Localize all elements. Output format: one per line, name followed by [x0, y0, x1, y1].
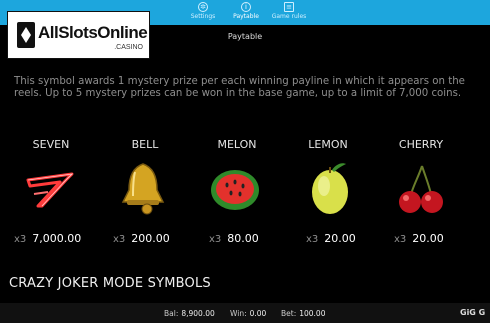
payout-lemon: x3 20.00 — [306, 232, 356, 245]
logo-name: AllSlotsOnline — [38, 23, 148, 42]
multiplier: x3 — [14, 234, 27, 245]
multiplier: x3 — [394, 234, 407, 245]
melon-icon — [211, 170, 259, 210]
status-bar: Bal: 8,900.00 Win: 0.00 Bet: 100.00 GiG G — [0, 303, 490, 323]
multiplier: x3 — [113, 234, 126, 245]
multiplier: x3 — [209, 234, 222, 245]
info-icon: i — [241, 2, 251, 12]
payout-value: 7,000.00 — [32, 232, 82, 245]
tab-game-rules[interactable]: ≡ Game rules — [264, 2, 314, 20]
lemon-icon — [312, 163, 348, 214]
win-value: 0.00 — [249, 309, 267, 318]
symbol-name-melon: MELON — [217, 138, 257, 151]
payout-seven: x3 7,000.00 — [14, 232, 81, 245]
payout-cherry: x3 20.00 — [394, 232, 444, 245]
document-icon: ≡ — [284, 2, 294, 12]
balance-label: Bal: — [164, 309, 179, 318]
payout-value: 200.00 — [131, 232, 170, 245]
payout-value: 80.00 — [227, 232, 259, 245]
gear-icon: ✲ — [198, 2, 208, 12]
balance: Bal: 8,900.00 — [164, 309, 215, 318]
mystery-description: This symbol awards 1 mystery prize per e… — [14, 76, 465, 99]
payout-value: 20.00 — [324, 232, 356, 245]
bet-label: Bet: — [281, 309, 297, 318]
seven-icon — [26, 172, 74, 208]
page-title: Paytable — [227, 32, 263, 41]
payout-value: 20.00 — [412, 232, 444, 245]
balance-value: 8,900.00 — [181, 309, 215, 318]
symbol-name-cherry: CHERRY — [398, 138, 444, 151]
win: Win: 0.00 — [230, 309, 266, 318]
tab-settings-label: Settings — [190, 13, 216, 20]
symbol-name-lemon: LEMON — [308, 138, 348, 151]
win-label: Win: — [230, 309, 247, 318]
section-title: CRAZY JOKER MODE SYMBOLS — [9, 276, 211, 291]
bell-icon — [121, 163, 165, 215]
bet-value: 100.00 — [299, 309, 326, 318]
payout-bell: x3 200.00 — [113, 232, 170, 245]
brand-logo: GiG G — [460, 308, 486, 317]
multiplier: x3 — [306, 234, 319, 245]
card-suit-icon — [17, 22, 35, 48]
bet: Bet: 100.00 — [281, 309, 325, 318]
logo-sub: .CASINO — [114, 44, 143, 51]
symbol-name-seven: SEVEN — [32, 138, 70, 151]
tab-game-rules-label: Game rules — [271, 13, 307, 20]
symbol-name-bell: BELL — [131, 138, 159, 151]
casino-logo: AllSlotsOnline .CASINO — [8, 12, 149, 58]
tab-paytable-label: Paytable — [233, 13, 259, 20]
payout-melon: x3 80.00 — [209, 232, 259, 245]
cherry-icon — [399, 165, 443, 213]
